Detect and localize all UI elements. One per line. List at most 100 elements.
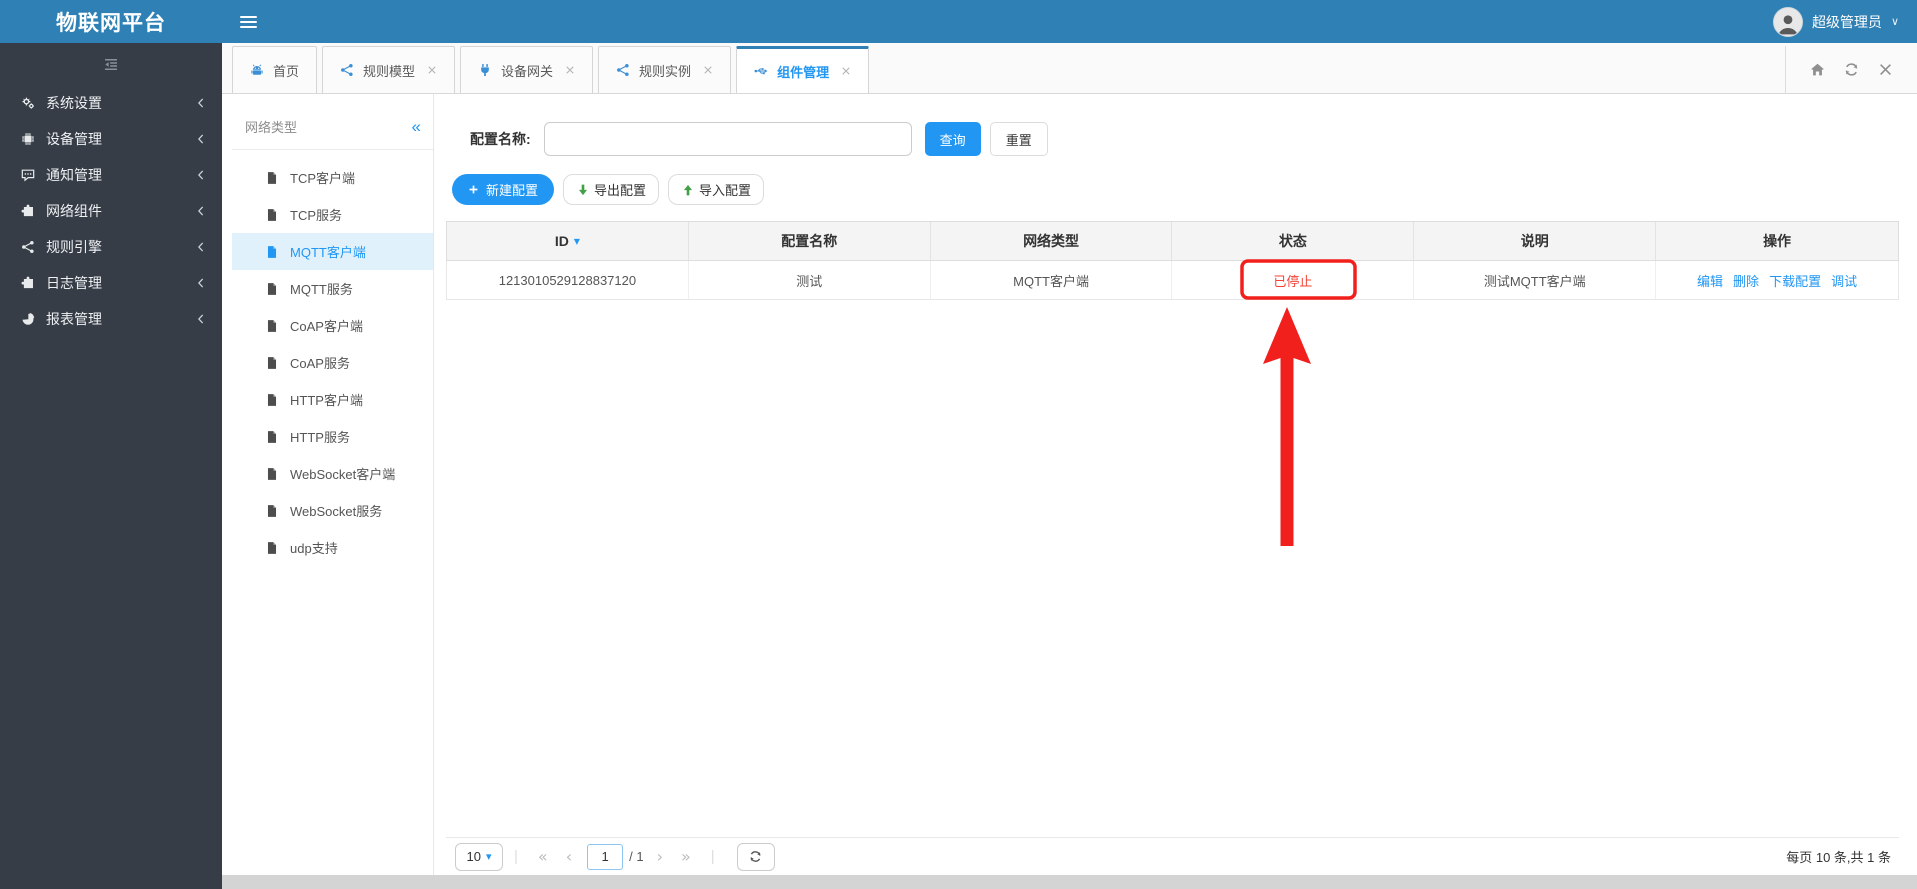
panel-collapse-icon[interactable]: « <box>412 118 421 135</box>
sidebar-item-日志管理[interactable]: 日志管理 <box>0 265 222 301</box>
user-avatar <box>1772 6 1803 37</box>
angle-left-icon <box>195 313 207 325</box>
network-type-CoAP客户端[interactable]: CoAP客户端 <box>232 307 433 344</box>
network-type-WebSocket服务[interactable]: WebSocket服务 <box>232 492 433 529</box>
column-header-配置名称[interactable]: 配置名称 <box>689 222 931 260</box>
action-link-编辑[interactable]: 编辑 <box>1697 271 1723 290</box>
sidebar-item-系统设置[interactable]: 系统设置 <box>0 85 222 121</box>
sidebar-item-通知管理[interactable]: 通知管理 <box>0 157 222 193</box>
first-page-button[interactable]: « <box>538 847 548 866</box>
network-type-panel: 网络类型 « TCP客户端 TCP服务 MQTT客户端 MQTT服务 CoAP客户端 Co… <box>232 94 434 875</box>
network-type-list: TCP客户端 TCP服务 MQTT客户端 MQTT服务 CoAP客户端 CoAP服务 HTT… <box>232 159 433 566</box>
open-tabs: 首页 规则模型 设备网关 规则实例 组件管理 <box>232 43 874 93</box>
sort-caret-icon: ▾ <box>573 234 580 248</box>
network-type-TCP服务[interactable]: TCP服务 <box>232 196 433 233</box>
file-icon <box>265 541 279 555</box>
tab-close-icon[interactable] <box>841 66 851 76</box>
last-page-button[interactable]: » <box>681 847 691 866</box>
pie-icon <box>21 312 35 326</box>
file-icon <box>265 171 279 185</box>
page-size-select[interactable]: 10 ▾ <box>455 842 503 871</box>
close-all-icon[interactable] <box>1878 62 1893 77</box>
network-type-label: TCP服务 <box>290 208 343 223</box>
network-type-HTTP客户端[interactable]: HTTP客户端 <box>232 381 433 418</box>
sidebar-item-网络组件[interactable]: 网络组件 <box>0 193 222 229</box>
sidebar-item-label: 报表管理 <box>46 311 102 327</box>
new-config-button[interactable]: 新建配置 <box>452 174 555 205</box>
user-name: 超级管理员 <box>1811 13 1882 30</box>
tab-close-icon[interactable] <box>703 65 713 75</box>
column-header-说明[interactable]: 说明 <box>1414 222 1657 260</box>
network-type-label: udp支持 <box>290 541 338 556</box>
page-number-input[interactable] <box>587 843 624 870</box>
network-type-MQTT客户端[interactable]: MQTT客户端 <box>232 233 433 270</box>
sidebar-item-规则引擎[interactable]: 规则引擎 <box>0 229 222 265</box>
sidebar-item-报表管理[interactable]: 报表管理 <box>0 301 222 337</box>
action-link-删除[interactable]: 删除 <box>1733 271 1759 290</box>
network-type-HTTP服务[interactable]: HTTP服务 <box>232 418 433 455</box>
angle-left-icon <box>195 241 207 253</box>
refresh-icon[interactable] <box>1844 62 1859 77</box>
config-table: ID ▾ 配置名称 网络类型 状态 说明 操作 1213010529128837120 测试 M… <box>446 221 1899 300</box>
tab-设备网关[interactable]: 设备网关 <box>460 46 594 93</box>
table-refresh-button[interactable] <box>736 842 775 871</box>
share-icon <box>21 240 35 254</box>
network-type-TCP客户端[interactable]: TCP客户端 <box>232 159 433 196</box>
sidebar-item-label: 规则引擎 <box>46 239 102 255</box>
content-area: 网络类型 « TCP客户端 TCP服务 MQTT客户端 MQTT服务 CoAP客户端 Co… <box>222 94 1917 875</box>
tab-close-icon[interactable] <box>427 65 437 75</box>
type-cell: MQTT客户端 <box>931 261 1173 299</box>
file-icon <box>265 430 279 444</box>
network-type-udp支持[interactable]: udp支持 <box>232 529 433 566</box>
pagination-bar: 10 ▾ | « ‹ / 1 › » | 每页 10 条,共 1 条 <box>446 837 1899 875</box>
network-type-WebSocket客户端[interactable]: WebSocket客户端 <box>232 455 433 492</box>
tab-规则模型[interactable]: 规则模型 <box>322 46 456 93</box>
network-type-label: CoAP服务 <box>290 356 350 371</box>
column-header-网络类型[interactable]: 网络类型 <box>931 222 1173 260</box>
prev-page-button[interactable]: ‹ <box>566 847 572 866</box>
tab-组件管理[interactable]: 组件管理 <box>736 46 870 93</box>
table-toolbar: 新建配置 导出配置 导入配置 <box>452 174 765 205</box>
caret-down-icon: ▾ <box>485 851 492 863</box>
home-icon[interactable] <box>1810 62 1825 77</box>
action-link-下载配置[interactable]: 下载配置 <box>1769 271 1821 290</box>
column-header-ID[interactable]: ID ▾ <box>447 222 689 260</box>
sidebar-toggle-icon[interactable] <box>0 43 222 85</box>
angle-left-icon <box>195 133 207 145</box>
tab-规则实例[interactable]: 规则实例 <box>598 46 732 93</box>
config-name-label: 配置名称: <box>470 131 531 147</box>
network-type-label: WebSocket客户端 <box>290 467 396 482</box>
angle-left-icon <box>195 205 207 217</box>
query-button[interactable]: 查询 <box>924 122 981 156</box>
tab-close-icon[interactable] <box>565 65 575 75</box>
component-management-panel: 配置名称: 查询 重置 新建配置 导出配置 导入配置 ID ▾ 配置名称 网络类型 状态… <box>440 94 1899 875</box>
next-page-button[interactable]: › <box>657 847 663 866</box>
network-type-CoAP服务[interactable]: CoAP服务 <box>232 344 433 381</box>
search-form: 配置名称: 查询 重置 <box>470 122 1048 156</box>
reset-button[interactable]: 重置 <box>989 122 1048 156</box>
column-header-状态[interactable]: 状态 <box>1172 222 1415 260</box>
arrow-up-icon <box>681 183 695 197</box>
sidebar-collapse-button[interactable] <box>236 12 261 32</box>
network-type-MQTT服务[interactable]: MQTT服务 <box>232 270 433 307</box>
user-menu[interactable]: 超级管理员 ∨ <box>1772 6 1899 37</box>
sidebar-item-设备管理[interactable]: 设备管理 <box>0 121 222 157</box>
config-name-input[interactable] <box>543 122 912 156</box>
file-icon <box>265 356 279 370</box>
import-config-button[interactable]: 导入配置 <box>668 174 765 205</box>
tab-label: 设备网关 <box>501 63 554 79</box>
file-icon <box>265 467 279 481</box>
network-panel-header: 网络类型 « <box>232 94 433 150</box>
action-link-调试[interactable]: 调试 <box>1831 271 1857 290</box>
angle-left-icon <box>195 169 207 181</box>
column-header-操作[interactable]: 操作 <box>1656 222 1898 260</box>
table-body: 1213010529128837120 测试 MQTT客户端 已停止 测试MQTT客户端… <box>446 261 1899 300</box>
sidebar-item-label: 网络组件 <box>46 203 102 219</box>
export-config-button[interactable]: 导出配置 <box>563 174 660 205</box>
gears-icon <box>21 96 35 110</box>
network-type-label: MQTT客户端 <box>290 245 366 260</box>
app-title: 物联网平台 <box>56 11 166 35</box>
file-icon <box>265 282 279 296</box>
tab-首页[interactable]: 首页 <box>232 46 318 93</box>
tab-label: 规则模型 <box>363 63 416 79</box>
